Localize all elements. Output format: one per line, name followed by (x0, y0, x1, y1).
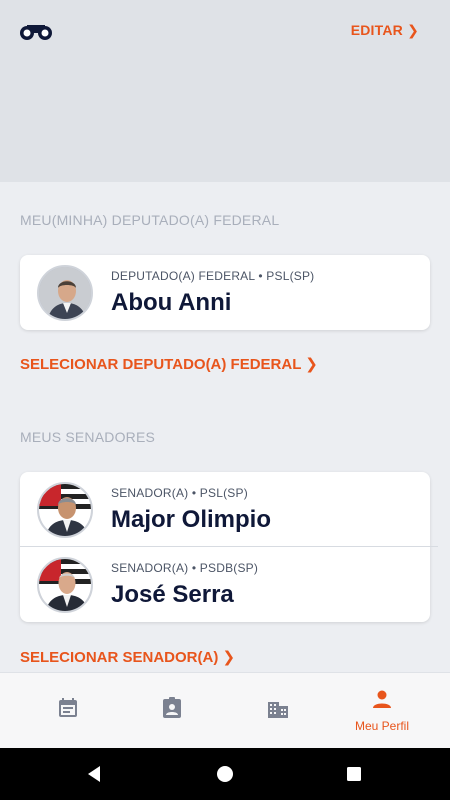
back-icon[interactable] (82, 762, 106, 786)
senator-role: SENADOR(A) • PSL(SP) (111, 486, 248, 500)
senator-row[interactable]: SENADOR(A) • PSL(SP) Major Olimpio (20, 472, 438, 547)
nav-item-building[interactable] (222, 673, 334, 749)
deputy-section-title: MEU(MINHA) DEPUTADO(A) FEDERAL (20, 212, 280, 228)
nav-label-profile: Meu Perfil (354, 719, 410, 733)
deputy-card: DEPUTADO(A) FEDERAL • PSL(SP) Abou Anni (20, 255, 430, 330)
avatar (37, 557, 93, 613)
select-deputy-link[interactable]: SELECIONAR DEPUTADO(A) FEDERAL ❯ (20, 355, 318, 373)
deputy-role: DEPUTADO(A) FEDERAL • PSL(SP) (111, 269, 315, 283)
senator-name: Major Olimpio (111, 506, 272, 533)
calendar-icon (59, 698, 77, 717)
profile-header: EDITAR ❯ (0, 0, 450, 182)
nav-item-profile[interactable]: Meu Perfil (326, 673, 438, 749)
edit-button[interactable]: EDITAR ❯ (351, 22, 419, 39)
avatar (37, 265, 93, 321)
person-icon (373, 690, 391, 708)
representatives-content: MEU(MINHA) DEPUTADO(A) FEDERAL DEPUTADO(… (0, 182, 450, 672)
deputy-name: Abou Anni (111, 289, 232, 316)
nav-item-calendar[interactable] (12, 673, 124, 749)
senators-card: SENADOR(A) • PSL(SP) Major Olimpio SENAD (20, 472, 438, 622)
senator-role: SENADOR(A) • PSDB(SP) (111, 561, 259, 575)
recents-icon[interactable] (342, 762, 366, 786)
building-icon (268, 702, 288, 718)
nav-item-clipboard[interactable] (116, 673, 228, 749)
select-senator-link[interactable]: SELECIONAR SENADOR(A) ❯ (20, 648, 235, 666)
clipboard-profile-icon (163, 697, 181, 718)
avatar (37, 482, 93, 538)
bottom-navigation: Meu Perfil (0, 672, 450, 748)
binoculars-icon (20, 25, 52, 40)
senators-section-title: MEUS SENADORES (20, 429, 156, 445)
system-navigation-bar (0, 748, 450, 800)
deputy-row[interactable]: DEPUTADO(A) FEDERAL • PSL(SP) Abou Anni (20, 255, 430, 330)
senator-name: José Serra (111, 581, 234, 608)
senator-row[interactable]: SENADOR(A) • PSDB(SP) José Serra (20, 547, 430, 622)
home-icon[interactable] (213, 762, 237, 786)
